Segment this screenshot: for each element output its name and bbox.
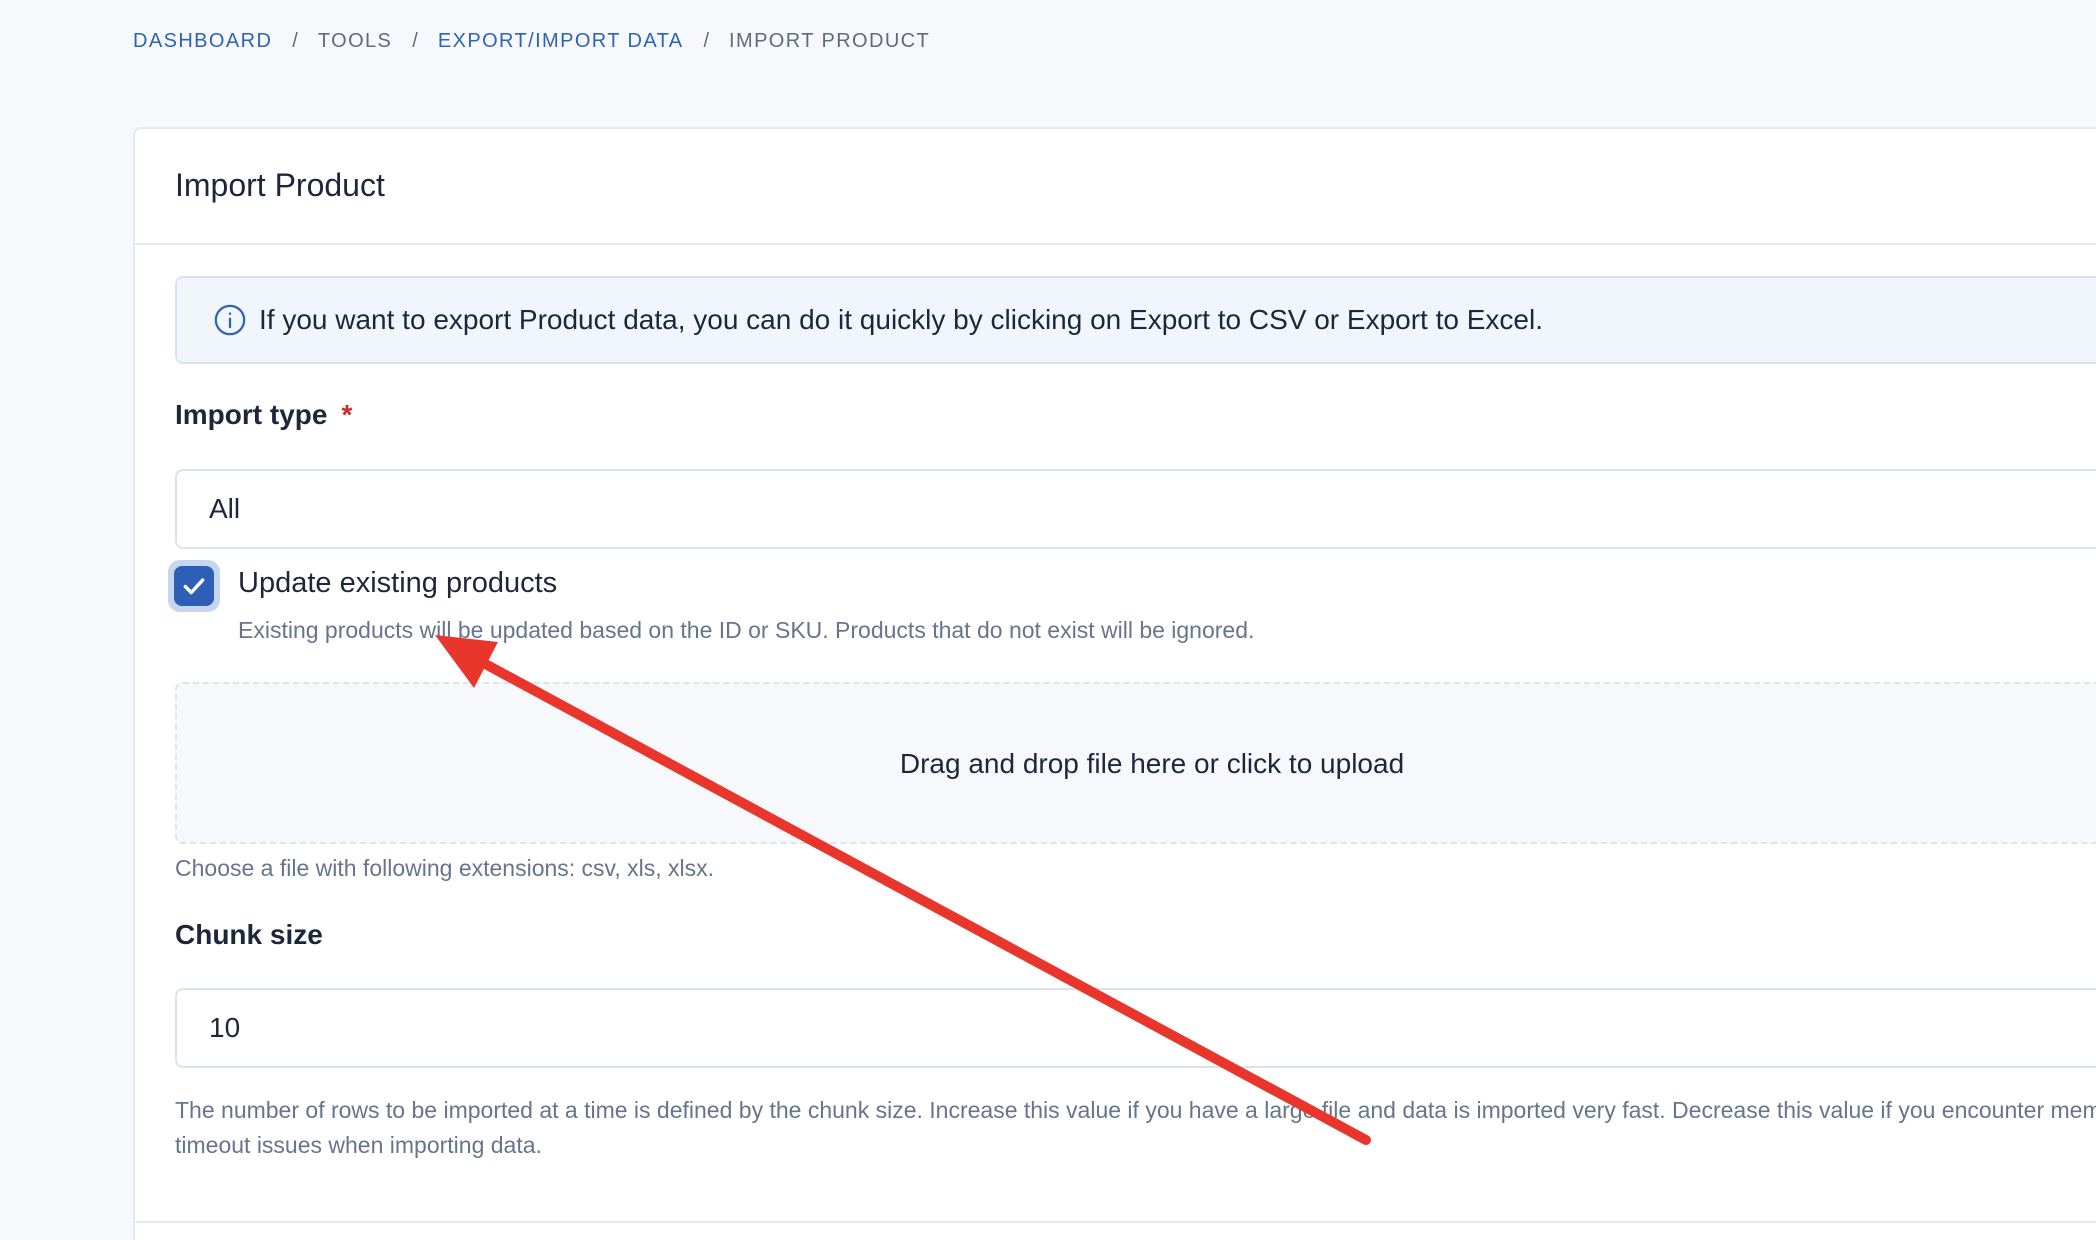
chunk-size-input[interactable]: 10	[175, 988, 2096, 1068]
breadcrumb-import-product: IMPORT PRODUCT	[729, 30, 931, 52]
card-divider	[135, 1221, 2096, 1223]
update-existing-label[interactable]: Update existing products	[238, 567, 557, 600]
import-type-label-text: Import type	[175, 399, 328, 430]
dropzone-text: Drag and drop file here or click to uplo…	[899, 748, 1405, 779]
breadcrumb-separator: /	[292, 30, 298, 52]
check-icon	[183, 578, 205, 595]
info-alert: If you want to export Product data, you …	[175, 276, 2096, 364]
import-type-select[interactable]: All	[175, 469, 2096, 549]
chunk-size-label: Chunk size	[175, 919, 323, 950]
alert-text-middle: or	[1306, 304, 1347, 335]
export-to-csv-link[interactable]: Export to CSV	[1129, 304, 1306, 336]
page-title: Import Product	[175, 167, 385, 203]
update-existing-checkbox[interactable]	[168, 560, 220, 612]
chunk-size-value: 10	[209, 1012, 241, 1043]
breadcrumb-export-import-data[interactable]: EXPORT/IMPORT DATA	[438, 30, 684, 53]
dropzone-help: Choose a file with following extensions:…	[175, 855, 715, 881]
breadcrumb-dashboard[interactable]: DASHBOARD	[133, 30, 272, 53]
info-circle-icon	[214, 304, 246, 336]
breadcrumb-separator: /	[703, 30, 710, 52]
update-existing-help: Existing products will be updated based …	[238, 617, 1255, 643]
breadcrumb-separator: /	[412, 30, 418, 52]
breadcrumb: DASHBOARD / TOOLS / EXPORT/IMPORT DATA /…	[133, 30, 930, 53]
chunk-size-help-line2: timeout issues when importing data.	[175, 1132, 542, 1158]
chunk-size-help-line1: The number of rows to be imported at a t…	[175, 1097, 2096, 1123]
file-dropzone[interactable]: Drag and drop file here or click to uplo…	[175, 682, 2096, 844]
import-product-card: Import Product If you want to export Pro…	[133, 127, 2096, 1240]
page: DASHBOARD / TOOLS / EXPORT/IMPORT DATA /…	[0, 0, 2096, 1240]
required-mark: *	[341, 399, 353, 430]
breadcrumb-tools: TOOLS	[317, 30, 393, 52]
alert-text-before: If you want to export Product data, you …	[259, 304, 1130, 335]
import-type-value: All	[209, 493, 241, 524]
checkbox-box	[174, 566, 214, 606]
card-header: Import Product	[135, 129, 2096, 245]
alert-text-after: .	[1535, 304, 1543, 335]
import-type-label: Import type *	[175, 399, 352, 431]
export-to-excel-link[interactable]: Export to Excel	[1347, 304, 1535, 336]
